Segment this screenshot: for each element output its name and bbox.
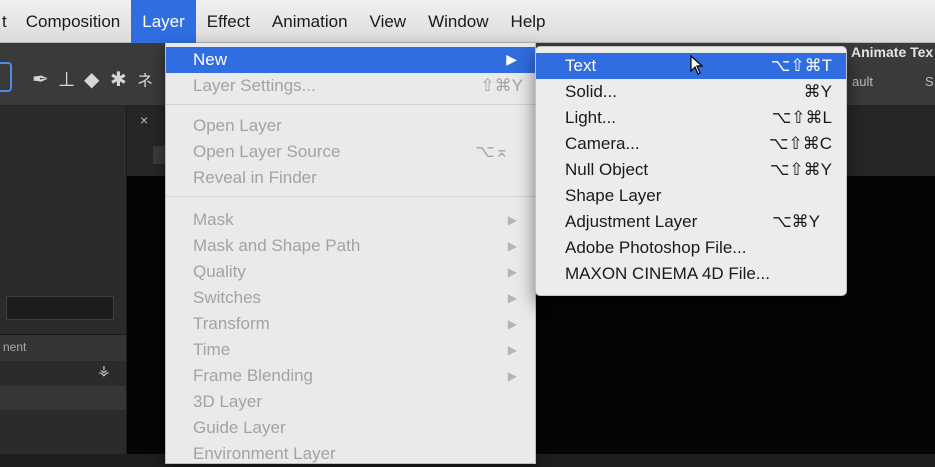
- menu-item-time[interactable]: Time ▶: [166, 337, 535, 363]
- menu-layer[interactable]: Layer: [131, 0, 196, 43]
- workspace-default[interactable]: ault: [852, 74, 873, 89]
- menu-item-open-layer[interactable]: Open Layer: [166, 113, 535, 139]
- panel-header: nent: [0, 334, 126, 361]
- project-search-field[interactable]: [6, 296, 114, 320]
- menu-item-switches[interactable]: Switches ▶: [166, 285, 535, 311]
- menu-item-open-layer-source[interactable]: Open Layer Source ⌥⌅: [166, 139, 535, 165]
- submenu-arrow-icon: ▶: [507, 343, 517, 357]
- menu-effect[interactable]: Effect: [196, 0, 261, 43]
- puppet-tool-icon[interactable]: ✱: [110, 67, 127, 92]
- menu-window[interactable]: Window: [417, 0, 499, 43]
- brush-tool-icon[interactable]: ✒: [32, 67, 49, 92]
- workspace-s[interactable]: S: [925, 74, 934, 89]
- submenu-arrow-icon: ▶: [507, 265, 517, 279]
- panel-header-label: nent: [3, 340, 27, 354]
- submenu-arrow-icon: ▶: [507, 239, 517, 253]
- menu-item-mask[interactable]: Mask ▶: [166, 207, 535, 233]
- menu-item-quality[interactable]: Quality ▶: [166, 259, 535, 285]
- menu-help[interactable]: Help: [500, 0, 557, 43]
- menu-bar: t Composition Layer Effect Animation Vie…: [0, 0, 935, 43]
- submenu-item-shape-layer[interactable]: Shape Layer: [536, 183, 846, 209]
- menu-separator: [166, 104, 535, 105]
- clone-stamp-tool-icon[interactable]: ⊥: [58, 67, 75, 92]
- mouse-cursor-icon: [690, 55, 704, 75]
- menu-animation[interactable]: Animation: [261, 0, 359, 43]
- menu-item-transform[interactable]: Transform ▶: [166, 311, 535, 337]
- submenu-item-light[interactable]: Light... ⌥⇧⌘L: [536, 105, 846, 131]
- menu-effect-clipped[interactable]: t: [0, 0, 15, 43]
- hierarchy-icon[interactable]: ⚶: [98, 362, 110, 379]
- submenu-arrow-icon: ▶: [507, 369, 517, 383]
- submenu-item-photoshop-file[interactable]: Adobe Photoshop File...: [536, 235, 846, 261]
- close-tab-icon[interactable]: ×: [140, 112, 148, 128]
- menu-view[interactable]: View: [359, 0, 418, 43]
- submenu-item-solid[interactable]: Solid... ⌘Y: [536, 79, 846, 105]
- menu-item-reveal-in-finder[interactable]: Reveal in Finder: [166, 165, 535, 191]
- menu-item-mask-and-shape-path[interactable]: Mask and Shape Path ▶: [166, 233, 535, 259]
- menu-composition[interactable]: Composition: [15, 0, 132, 43]
- layer-menu: New ▶ Layer Settings... ⇧⌘Y Open Layer O…: [165, 43, 536, 464]
- workspace-animate-text[interactable]: Animate Tex: [851, 44, 933, 60]
- menu-item-layer-settings[interactable]: Layer Settings... ⇧⌘Y: [166, 73, 535, 99]
- roto-tool-icon[interactable]: ネ: [137, 67, 153, 91]
- menu-separator: [166, 196, 535, 197]
- submenu-item-null-object[interactable]: Null Object ⌥⇧⌘Y: [536, 157, 846, 183]
- menu-item-new[interactable]: New ▶: [166, 47, 535, 73]
- selected-tool-indicator[interactable]: [0, 62, 12, 92]
- menu-item-environment-layer[interactable]: Environment Layer: [166, 441, 535, 467]
- menu-item-guide-layer[interactable]: Guide Layer: [166, 415, 535, 441]
- panel-row[interactable]: [0, 386, 126, 410]
- eraser-tool-icon[interactable]: ◆: [84, 67, 99, 92]
- menu-item-3d-layer[interactable]: 3D Layer: [166, 389, 535, 415]
- submenu-arrow-icon: ▶: [506, 51, 517, 67]
- new-submenu: Text ⌥⇧⌘T Solid... ⌘Y Light... ⌥⇧⌘L Came…: [535, 46, 847, 296]
- submenu-arrow-icon: ▶: [507, 213, 517, 227]
- submenu-item-adjustment-layer[interactable]: Adjustment Layer ⌥⌘Y: [536, 209, 846, 235]
- submenu-arrow-icon: ▶: [507, 291, 517, 305]
- submenu-arrow-icon: ▶: [507, 317, 517, 331]
- submenu-item-cinema4d-file[interactable]: MAXON CINEMA 4D File...: [536, 261, 846, 287]
- menu-item-frame-blending[interactable]: Frame Blending ▶: [166, 363, 535, 389]
- submenu-item-camera[interactable]: Camera... ⌥⇧⌘C: [536, 131, 846, 157]
